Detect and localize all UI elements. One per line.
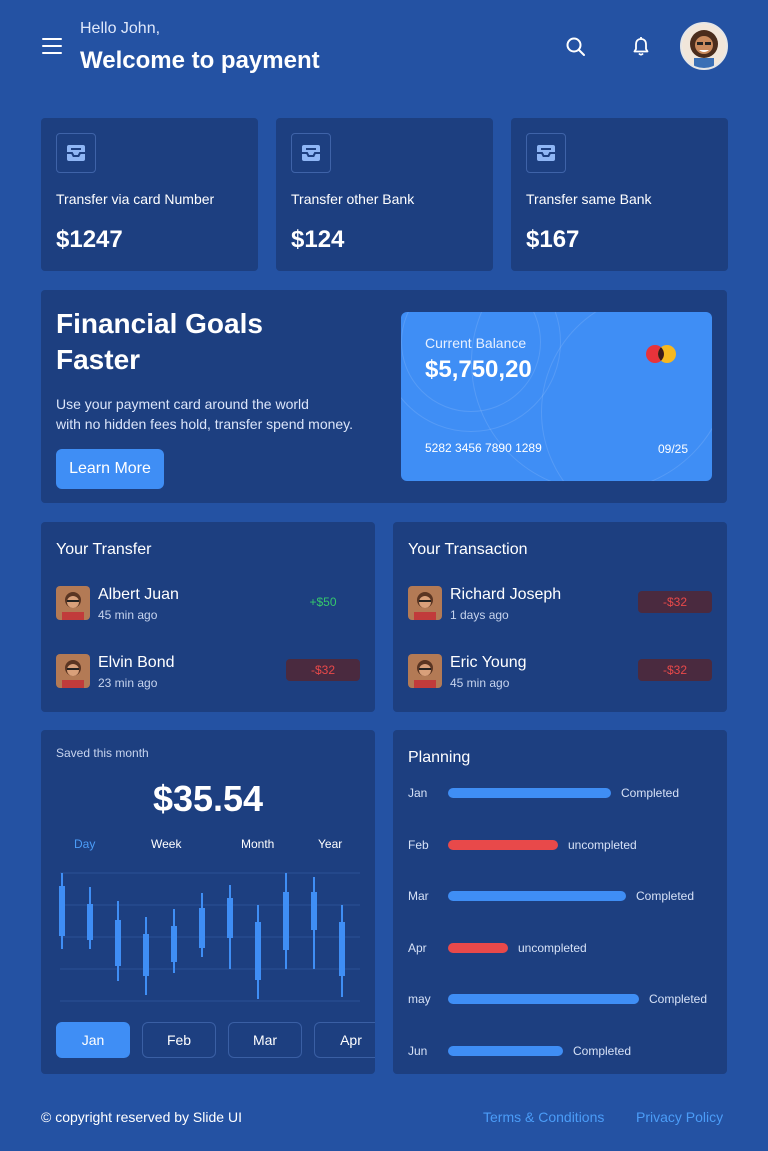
transfer-time: 23 min ago — [98, 676, 158, 690]
transaction-name: Richard Joseph — [450, 586, 562, 603]
avatar — [56, 586, 90, 620]
mastercard-icon — [646, 345, 676, 363]
month-button-mar[interactable]: Mar — [228, 1022, 302, 1058]
plan-progress-bar — [448, 839, 558, 850]
plan-progress-bar — [448, 1046, 563, 1056]
transfer-card[interactable]: Transfer via card Number $1247 — [41, 118, 258, 271]
transfer-card-amount: $1247 — [56, 226, 123, 253]
plan-progress-bar — [448, 788, 611, 798]
panel-title: Your Transaction — [408, 541, 528, 558]
your-transaction-panel: Your Transaction Richard Joseph 1 days a… — [393, 522, 727, 712]
period-tab-day[interactable]: Day — [74, 837, 95, 851]
plan-progress-bar — [448, 994, 639, 1005]
greeting: Hello John, — [80, 20, 161, 37]
transfer-card-label: Transfer other Bank — [291, 191, 415, 207]
panel-title: Your Transfer — [56, 541, 152, 558]
transfer-name: Elvin Bond — [98, 654, 175, 671]
plan-month-label: Jun — [408, 1044, 428, 1058]
card-number: 5282 3456 7890 1289 — [425, 441, 542, 455]
inbox-icon — [291, 133, 331, 173]
plan-status: Completed — [649, 992, 708, 1007]
month-button-jan[interactable]: Jan — [56, 1022, 130, 1058]
plan-progress-bar — [448, 942, 508, 953]
saved-panel: Saved this month $35.54 Day Week Month Y… — [41, 730, 375, 1074]
plan-month-label: Jan — [408, 786, 428, 800]
period-tab-month[interactable]: Month — [241, 837, 274, 851]
period-tab-week[interactable]: Week — [151, 837, 181, 851]
saved-label: Saved this month — [56, 746, 149, 760]
period-tab-year[interactable]: Year — [318, 837, 342, 851]
financial-goals-panel: Financial Goals Faster Use your payment … — [41, 290, 727, 503]
amount-badge: -$32 — [286, 659, 360, 681]
bell-icon[interactable] — [628, 34, 654, 60]
amount-badge: -$32 — [638, 591, 712, 613]
page-title: Welcome to payment — [80, 47, 320, 74]
goals-desc-line: with no hidden fees hold, transfer spend… — [56, 416, 354, 432]
plan-status: Completed — [573, 1044, 632, 1058]
plan-status: Completed — [636, 889, 695, 904]
plan-month-label: Mar — [408, 889, 429, 904]
transfer-card[interactable]: Transfer same Bank $167 — [511, 118, 728, 271]
search-icon[interactable] — [563, 34, 589, 60]
panel-title: Planning — [408, 749, 471, 766]
card-expiry: 09/25 — [657, 442, 688, 456]
transfer-card[interactable]: Transfer other Bank $124 — [276, 118, 493, 271]
goals-title-line: Faster — [56, 344, 141, 375]
avatar — [56, 654, 90, 688]
plan-status: Completed — [621, 786, 680, 800]
privacy-link[interactable]: Privacy Policy — [636, 1109, 723, 1125]
balance-label: Current Balance — [425, 335, 527, 351]
planning-panel: Planning Jan Completed Feb uncompleted Mar Co… — [393, 730, 727, 1074]
learn-more-button[interactable]: Learn More — [56, 449, 164, 489]
savings-sparkline — [59, 872, 360, 1002]
plan-status: uncompleted — [568, 837, 637, 852]
avatar — [408, 586, 442, 620]
plan-progress-bar — [448, 891, 626, 902]
plan-month-label: Apr — [408, 940, 427, 955]
month-button-apr[interactable]: Apr — [314, 1022, 375, 1058]
transaction-time: 45 min ago — [450, 676, 510, 690]
terms-link[interactable]: Terms & Conditions — [483, 1109, 604, 1125]
copyright-text: © copyright reserved by Slide UI — [41, 1109, 242, 1125]
plan-status: uncompleted — [518, 940, 587, 955]
amount-badge: +$50 — [309, 595, 337, 609]
your-transfer-panel: Your Transfer Albert Juan 45 min ago +$5… — [41, 522, 375, 712]
transaction-time: 1 days ago — [450, 608, 509, 622]
amount-badge: -$32 — [638, 659, 712, 681]
goals-title-line: Financial Goals — [56, 308, 263, 339]
inbox-icon — [526, 133, 566, 173]
transfer-card-label: Transfer same Bank — [526, 191, 652, 207]
balance-amount: $5,750,20 — [425, 356, 532, 383]
month-button-feb[interactable]: Feb — [142, 1022, 216, 1058]
inbox-icon — [56, 133, 96, 173]
transfer-card-label: Transfer via card Number — [56, 191, 215, 207]
goals-desc-line: Use your payment card around the world — [56, 396, 309, 412]
goals-description: Use your payment card around the world w… — [56, 394, 396, 434]
avatar[interactable] — [680, 22, 728, 70]
transfer-card-amount: $167 — [526, 226, 580, 253]
transfer-card-amount: $124 — [291, 226, 345, 253]
plan-month-label: Feb — [408, 837, 429, 852]
avatar — [408, 654, 442, 688]
goals-title: Financial Goals Faster — [56, 306, 356, 378]
credit-card[interactable]: Current Balance $5,750,20 5282 3456 7890… — [401, 312, 712, 481]
saved-amount: $35.54 — [152, 778, 264, 819]
transfer-name: Albert Juan — [98, 586, 179, 603]
plan-month-label: may — [408, 992, 431, 1007]
transaction-name: Eric Young — [450, 654, 527, 671]
menu-icon[interactable] — [42, 38, 62, 56]
transfer-time: 45 min ago — [98, 608, 158, 622]
